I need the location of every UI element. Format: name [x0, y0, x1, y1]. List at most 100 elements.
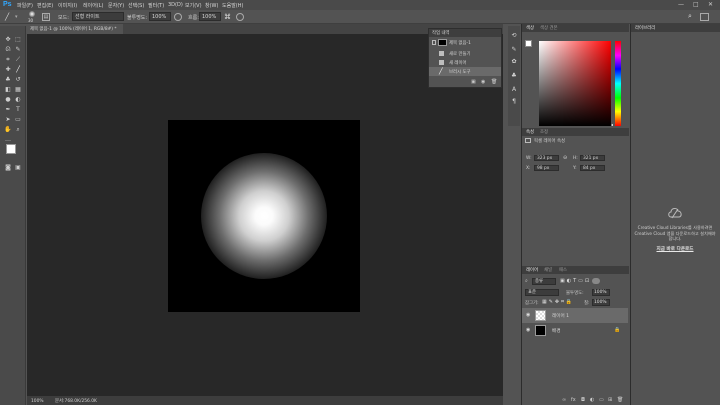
color-panel-foreground-swatch[interactable]: [525, 40, 532, 47]
fill-input[interactable]: 100%: [592, 299, 610, 306]
clone-source-icon[interactable]: ♣: [510, 72, 518, 80]
tab-swatches[interactable]: 색상 견본: [540, 25, 558, 31]
history-item-selected[interactable]: ╱ 브러시 도구: [429, 67, 501, 76]
pressure-size-icon[interactable]: [236, 13, 244, 21]
type-tool-icon[interactable]: T: [14, 106, 22, 114]
layer-row[interactable]: ◉ 배경 🔒: [522, 323, 628, 338]
tab-libraries[interactable]: 라이브러리: [635, 25, 655, 31]
fx-icon[interactable]: fx: [571, 397, 576, 403]
menu-layer[interactable]: 레이어(L): [83, 2, 104, 9]
tab-channels[interactable]: 채널: [544, 267, 552, 273]
path-select-tool-icon[interactable]: ➤: [4, 116, 12, 124]
healing-brush-tool-icon[interactable]: ✚: [4, 66, 12, 74]
pressure-opacity-icon[interactable]: [174, 13, 182, 21]
eyedropper-tool-icon[interactable]: ⟋: [14, 56, 22, 64]
hue-slider-handle-icon[interactable]: ◂: [611, 122, 613, 127]
mode-select[interactable]: 선형 라이트: [72, 12, 124, 21]
menu-image[interactable]: 이미지(I): [58, 2, 77, 9]
lasso-tool-icon[interactable]: ᘏ: [4, 46, 12, 54]
link-icon[interactable]: ∞: [562, 397, 566, 403]
document-tab[interactable]: 제목 없음-1 @ 100% (레이어 1, RGB/8#) *: [27, 24, 123, 34]
close-button[interactable]: ✕: [708, 1, 713, 8]
new-layer-icon[interactable]: ⊞: [608, 397, 612, 403]
adjustment-icon[interactable]: ◐: [590, 397, 594, 403]
history-brush-tool-icon[interactable]: ↺: [14, 76, 22, 84]
y-input[interactable]: 84 px: [580, 165, 605, 171]
filter-search-icon[interactable]: ⌕: [525, 278, 528, 284]
tab-properties[interactable]: 속성: [526, 129, 534, 135]
hand-tool-icon[interactable]: ✋: [4, 126, 12, 134]
layer-filter-icons[interactable]: ▣◐T▭⊡: [560, 278, 591, 284]
tool-preset-chevron-icon[interactable]: ▾: [15, 14, 18, 20]
brush-settings-icon[interactable]: ✎: [510, 46, 518, 54]
menu-help[interactable]: 도움말(H): [222, 2, 243, 9]
brush-icon[interactable]: ╱: [5, 13, 9, 21]
camera-icon[interactable]: ◉: [481, 79, 485, 85]
character-icon[interactable]: A: [510, 86, 518, 94]
hue-slider[interactable]: [615, 41, 621, 126]
doc-size[interactable]: 문서:768.0K/256.0K: [55, 399, 97, 404]
minimize-button[interactable]: —: [678, 1, 684, 8]
crop-tool-icon[interactable]: ⌗: [4, 56, 12, 64]
blend-mode-select[interactable]: 표준: [525, 289, 559, 296]
blur-tool-icon[interactable]: ●: [4, 96, 12, 104]
menu-view[interactable]: 보기(V): [185, 2, 202, 9]
brush-preset-picker[interactable]: 30: [26, 11, 38, 23]
move-tool-icon[interactable]: ✥: [4, 36, 12, 44]
link-dimensions-icon[interactable]: ⊖: [563, 155, 567, 161]
document-canvas[interactable]: [168, 120, 360, 312]
height-input[interactable]: 321 px: [580, 155, 605, 161]
history-item[interactable]: 새로 만들기: [429, 49, 501, 58]
menu-select[interactable]: 선택(S): [128, 2, 144, 9]
paragraph-icon[interactable]: ¶: [510, 98, 518, 106]
brushes-icon[interactable]: ✿: [510, 58, 518, 66]
eraser-tool-icon[interactable]: ◧: [4, 86, 12, 94]
layer-row-selected[interactable]: ◉ 레이어 1: [522, 308, 628, 323]
history-panel-icon[interactable]: ⟲: [510, 32, 518, 40]
layer-filter-select[interactable]: 종류: [532, 278, 556, 285]
opacity-input[interactable]: 100%: [149, 12, 171, 21]
workspace-icon[interactable]: [700, 13, 709, 21]
menu-file[interactable]: 파일(F): [17, 2, 33, 9]
clone-stamp-tool-icon[interactable]: ♣: [4, 76, 12, 84]
new-document-from-state-icon[interactable]: ▣: [471, 79, 476, 85]
group-icon[interactable]: ▭: [599, 397, 604, 403]
search-icon[interactable]: ⌕: [688, 12, 692, 21]
brush-panel-toggle-icon[interactable]: ▤: [42, 13, 50, 21]
flow-input[interactable]: 100%: [199, 12, 221, 21]
history-snapshot[interactable]: 제목 없음-1: [429, 38, 501, 47]
history-item[interactable]: 새 레이어: [429, 58, 501, 67]
foreground-color-swatch[interactable]: [6, 144, 16, 154]
dodge-tool-icon[interactable]: ◐: [14, 96, 22, 104]
gradient-tool-icon[interactable]: ▦: [14, 86, 22, 94]
maximize-button[interactable]: □: [693, 1, 699, 8]
mask-icon[interactable]: ◘: [581, 397, 585, 403]
lock-icons[interactable]: ▦✎✥⌗🔒: [542, 299, 574, 305]
history-panel-title[interactable]: 작업 내역: [429, 29, 501, 37]
menu-edit[interactable]: 편집(E): [37, 2, 53, 9]
tab-layers[interactable]: 레이어: [526, 267, 538, 273]
filter-toggle[interactable]: [592, 278, 600, 284]
visibility-eye-icon[interactable]: ◉: [526, 312, 530, 318]
menu-type[interactable]: 문자(Y): [108, 2, 124, 9]
color-picker-field[interactable]: [539, 41, 611, 126]
trash-icon[interactable]: 🗑: [491, 79, 497, 85]
visibility-eye-icon[interactable]: ◉: [526, 327, 530, 333]
menu-window[interactable]: 창(W): [205, 2, 218, 9]
quick-mask-icon[interactable]: ◙: [4, 164, 12, 172]
menu-3d[interactable]: 3D(D): [168, 2, 183, 8]
tab-adjustments[interactable]: 조정: [540, 129, 548, 135]
width-input[interactable]: 323 px: [534, 155, 559, 161]
screen-mode-icon[interactable]: ▣: [14, 164, 22, 172]
brush-tool-icon[interactable]: ╱: [14, 66, 22, 74]
more-tools-icon[interactable]: …: [4, 136, 12, 144]
quick-select-tool-icon[interactable]: ✎: [14, 46, 22, 54]
zoom-level[interactable]: 100%: [31, 399, 44, 404]
pen-tool-icon[interactable]: ✒: [4, 106, 12, 114]
layer-name[interactable]: 배경: [552, 328, 560, 334]
menu-filter[interactable]: 필터(T): [148, 2, 164, 9]
tab-color[interactable]: 색상: [526, 25, 534, 31]
marquee-tool-icon[interactable]: ⬚: [14, 36, 22, 44]
shape-tool-icon[interactable]: ▭: [14, 116, 22, 124]
tab-paths[interactable]: 패스: [559, 267, 567, 273]
